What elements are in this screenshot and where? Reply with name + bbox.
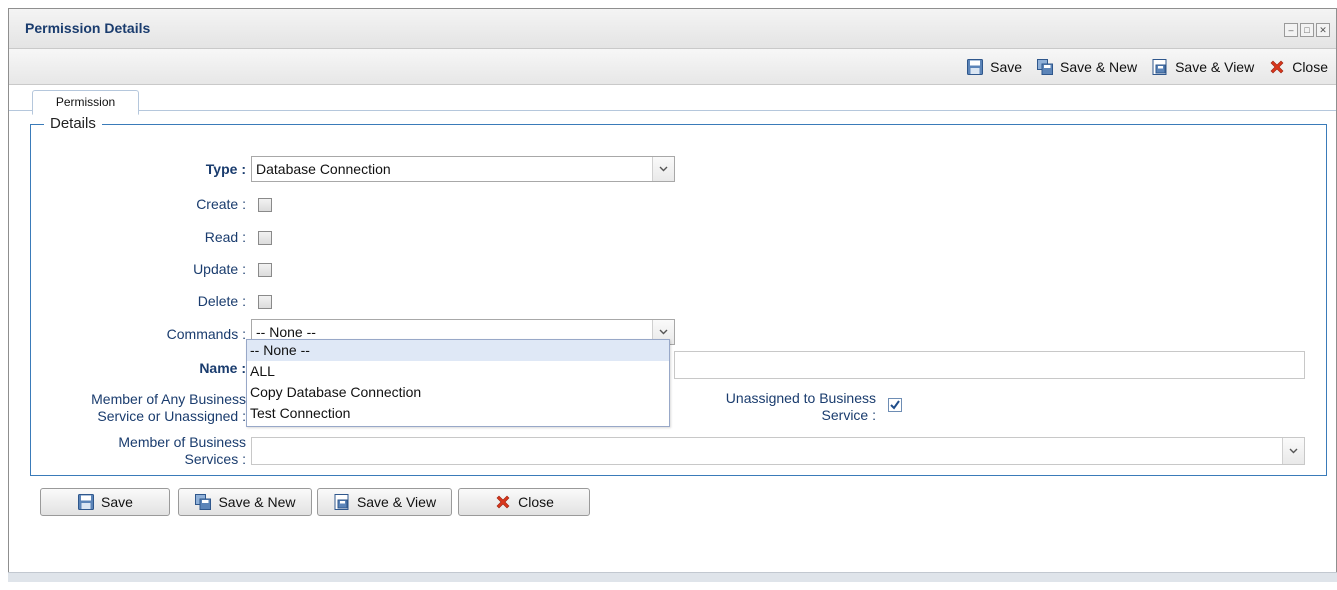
red-x-icon bbox=[496, 495, 510, 509]
member-any-label: Member of Any Business Service or Unassi… bbox=[40, 391, 246, 425]
name-label: Name : bbox=[199, 360, 246, 376]
unassigned-checkbox[interactable] bbox=[888, 398, 902, 412]
save-view-icon bbox=[334, 494, 349, 510]
floppy-disk-icon bbox=[78, 494, 95, 510]
close-button[interactable]: Close bbox=[458, 488, 590, 516]
save-new-icon bbox=[1037, 58, 1054, 75]
toolbar-save-new-label: Save & New bbox=[1060, 58, 1138, 75]
read-checkbox[interactable] bbox=[258, 231, 272, 245]
save-button[interactable]: Save bbox=[40, 488, 170, 516]
commands-option[interactable]: ALL bbox=[247, 361, 669, 382]
toolbar-close-label: Close bbox=[1292, 58, 1328, 75]
chevron-down-icon[interactable] bbox=[652, 157, 674, 181]
member-of-label-line1: Member of Business bbox=[118, 434, 246, 450]
unassigned-label-line2: Service : bbox=[821, 407, 876, 423]
create-checkbox[interactable] bbox=[258, 198, 272, 212]
window-title: Permission Details bbox=[25, 20, 151, 36]
commands-option[interactable]: Copy Database Connection bbox=[247, 382, 669, 403]
commands-label: Commands : bbox=[166, 326, 246, 342]
name-input[interactable] bbox=[674, 351, 1305, 379]
member-any-label-line2: Service or Unassigned : bbox=[97, 408, 246, 424]
commands-option[interactable]: -- None -- bbox=[247, 340, 669, 361]
maximize-icon[interactable]: □ bbox=[1300, 23, 1314, 37]
tab-permission[interactable]: Permission bbox=[32, 90, 139, 115]
delete-checkbox[interactable] bbox=[258, 295, 272, 309]
toolbar-save-label: Save bbox=[990, 58, 1023, 75]
close-icon[interactable]: ✕ bbox=[1316, 23, 1330, 37]
save-view-icon bbox=[1152, 58, 1167, 75]
toolbar-save-button[interactable]: Save bbox=[966, 58, 1022, 76]
member-of-label: Member of Business Services : bbox=[40, 434, 246, 468]
member-of-select[interactable] bbox=[251, 437, 1305, 465]
tab-strip: Permission bbox=[9, 86, 1336, 115]
details-legend: Details bbox=[44, 115, 102, 132]
close-button-label: Close bbox=[518, 494, 554, 510]
unassigned-label: Unassigned to Business Service : bbox=[670, 390, 876, 424]
toolbar-save-view-label: Save & View bbox=[1175, 58, 1255, 75]
update-label: Update : bbox=[193, 261, 246, 277]
type-select[interactable]: Database Connection bbox=[251, 156, 675, 182]
save-new-button[interactable]: Save & New bbox=[178, 488, 312, 516]
save-view-button[interactable]: Save & View bbox=[317, 488, 452, 516]
checkmark-icon bbox=[890, 400, 900, 410]
window-titlebar: Permission Details – □ ✕ bbox=[9, 9, 1336, 49]
commands-value: -- None -- bbox=[256, 324, 316, 340]
commands-option[interactable]: Test Connection bbox=[247, 403, 669, 424]
commands-dropdown-list: -- None -- ALL Copy Database Connection … bbox=[246, 339, 670, 427]
chevron-down-icon[interactable] bbox=[1282, 438, 1304, 464]
type-label: Type : bbox=[205, 161, 246, 177]
delete-label: Delete : bbox=[197, 293, 246, 309]
member-any-label-line1: Member of Any Business bbox=[91, 391, 246, 407]
floppy-disk-icon bbox=[967, 58, 984, 75]
save-view-button-label: Save & View bbox=[356, 494, 437, 510]
red-x-icon bbox=[1270, 60, 1284, 73]
toolbar-save-new-button[interactable]: Save & New bbox=[1036, 58, 1137, 76]
top-toolbar: Save Save & New Save & View Close bbox=[9, 49, 1336, 85]
create-label: Create : bbox=[196, 196, 246, 212]
save-button-label: Save bbox=[101, 494, 133, 510]
window-controls: – □ ✕ bbox=[1284, 23, 1330, 37]
update-checkbox[interactable] bbox=[258, 263, 272, 277]
save-new-button-label: Save & New bbox=[218, 494, 296, 510]
save-new-icon bbox=[195, 494, 212, 510]
minimize-icon[interactable]: – bbox=[1284, 23, 1298, 37]
read-label: Read : bbox=[204, 229, 246, 245]
member-of-label-line2: Services : bbox=[184, 451, 246, 467]
toolbar-close-button[interactable]: Close bbox=[1268, 58, 1328, 76]
unassigned-label-line1: Unassigned to Business bbox=[725, 390, 876, 406]
window-bottom-edge bbox=[8, 572, 1337, 582]
type-value: Database Connection bbox=[256, 161, 391, 177]
toolbar-save-view-button[interactable]: Save & View bbox=[1151, 58, 1254, 76]
